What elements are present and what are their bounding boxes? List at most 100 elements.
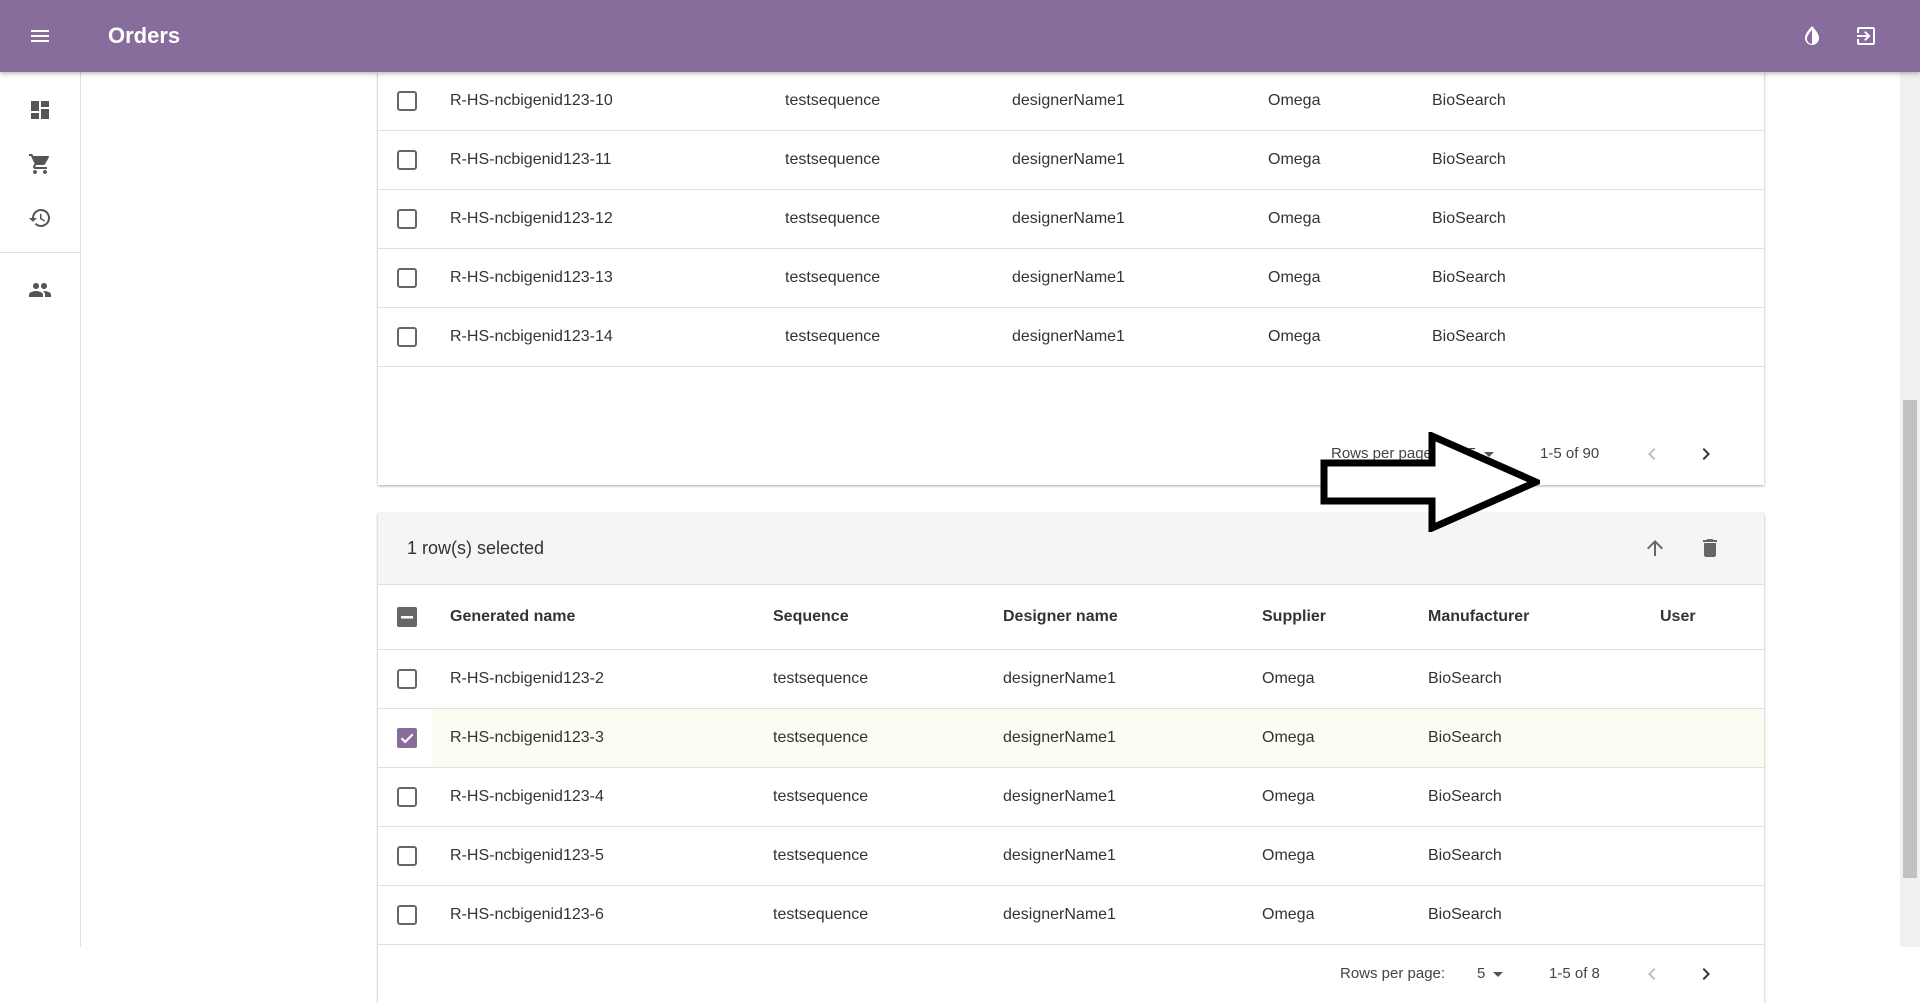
arrow-up-icon [1647,540,1663,556]
checkbox-checked-icon[interactable] [397,728,417,748]
header-supplier[interactable]: Supplier [1262,585,1326,649]
checkbox-unchecked-icon[interactable] [397,91,417,111]
selection-toolbar: 1 row(s) selected [378,513,1764,585]
cell-generated-name: R-HS-ncbigenid123-11 [450,151,612,168]
cell-manufacturer: BioSearch [1432,92,1506,109]
cell-supplier: Omega [1262,847,1315,864]
table-row[interactable]: R-HS-ncbigenid123-6 testsequence designe… [378,886,1764,945]
cell-designer-name: designerName1 [1012,151,1125,168]
sidebar-divider [0,252,80,253]
cell-sequence: testsequence [773,788,869,805]
theme-toggle-button[interactable] [1792,16,1832,56]
cart-icon [29,154,49,174]
cell-supplier: Omega [1268,328,1321,345]
cell-designer-name: designerName1 [1012,92,1125,109]
header-designer-name[interactable]: Designer name [1003,585,1118,649]
checkbox-unchecked-icon[interactable] [397,327,417,347]
cell-generated-name: R-HS-ncbigenid123-13 [450,269,613,286]
cell-manufacturer: BioSearch [1432,328,1506,345]
main-content: R-HS-ncbigenid123-10 testsequence design… [81,72,1900,1003]
cell-supplier: Omega [1262,729,1315,746]
cell-manufacturer: BioSearch [1428,906,1502,923]
cell-designer-name: designerName1 [1003,788,1116,805]
sidebar-item-cart[interactable] [0,140,80,188]
checkbox-unchecked-icon[interactable] [397,268,417,288]
cell-designer-name: designerName1 [1003,729,1116,746]
cell-sequence: testsequence [773,729,869,746]
sidebar-item-dashboard[interactable] [0,86,80,134]
table-row[interactable]: R-HS-ncbigenid123-10 testsequence design… [378,72,1764,131]
table-row[interactable]: R-HS-ncbigenid123-4 testsequence designe… [378,768,1764,827]
app-bar: Orders [0,0,1920,72]
cell-supplier: Omega [1262,906,1315,923]
cell-supplier: Omega [1268,210,1321,227]
cell-designer-name: designerName1 [1012,269,1125,286]
cell-manufacturer: BioSearch [1428,788,1502,805]
dropdown-caret-icon [1493,971,1504,977]
cell-supplier: Omega [1268,269,1321,286]
sidebar-item-history[interactable] [0,194,80,242]
delete-icon [1703,539,1717,557]
header-user[interactable]: User [1660,585,1696,649]
menu-button[interactable] [20,16,60,56]
page-title: Orders [108,23,181,48]
cell-sequence: testsequence [785,210,881,227]
previous-page-button[interactable] [1632,954,1672,994]
move-up-button[interactable] [1635,528,1675,568]
table-pagination: Rows per page: 5 1-5 of 90 [378,425,1764,483]
selected-items-table-card: 1 row(s) selected Generated name Sequenc… [378,513,1764,1003]
cell-generated-name: R-HS-ncbigenid123-6 [450,906,604,923]
checkbox-indeterminate-icon[interactable] [397,607,417,627]
previous-page-button[interactable] [1632,434,1672,474]
table-row[interactable]: R-HS-ncbigenid123-14 testsequence design… [378,308,1764,367]
checkbox-unchecked-icon[interactable] [397,209,417,229]
cell-manufacturer: BioSearch [1428,670,1502,687]
cell-generated-name: R-HS-ncbigenid123-4 [450,788,604,805]
people-icon [29,283,51,297]
cell-designer-name: designerName1 [1003,670,1116,687]
delete-button[interactable] [1690,528,1730,568]
sidebar-item-users[interactable] [0,266,80,314]
table-row[interactable]: R-HS-ncbigenid123-5 testsequence designe… [378,827,1764,886]
cell-generated-name: R-HS-ncbigenid123-2 [450,670,604,687]
cell-sequence: testsequence [773,670,869,687]
cell-sequence: testsequence [785,269,881,286]
table-header: Generated name Sequence Designer name Su… [378,585,1764,650]
cell-generated-name: R-HS-ncbigenid123-5 [450,847,604,864]
header-sequence[interactable]: Sequence [773,585,849,649]
checkbox-unchecked-icon[interactable] [397,669,417,689]
cell-sequence: testsequence [773,847,869,864]
next-page-button[interactable] [1686,434,1726,474]
table-row[interactable]: R-HS-ncbigenid123-13 testsequence design… [378,249,1764,308]
rows-per-page-label: Rows per page: [1340,965,1446,982]
chevron-left-icon [1648,968,1656,980]
cell-designer-name: designerName1 [1012,210,1125,227]
chevron-right-icon [1702,448,1710,460]
rows-per-page-select[interactable]: 5 [1477,945,1504,1003]
cell-generated-name: R-HS-ncbigenid123-10 [450,92,613,109]
logout-button[interactable] [1846,16,1886,56]
cell-sequence: testsequence [785,151,881,168]
header-manufacturer[interactable]: Manufacturer [1428,585,1529,649]
page-range: 1-5 of 8 [1549,965,1600,982]
cell-designer-name: designerName1 [1003,847,1116,864]
checkbox-unchecked-icon[interactable] [397,787,417,807]
table-row[interactable]: R-HS-ncbigenid123-11 testsequence design… [378,131,1764,190]
table-row-selected[interactable]: R-HS-ncbigenid123-3 testsequence designe… [378,709,1764,768]
scrollbar-thumb[interactable] [1903,400,1917,878]
table-row[interactable]: R-HS-ncbigenid123-12 testsequence design… [378,190,1764,249]
dashboard-icon [31,101,49,119]
table-row[interactable]: R-HS-ncbigenid123-2 testsequence designe… [378,650,1764,709]
cell-supplier: Omega [1268,92,1321,109]
cell-supplier: Omega [1268,151,1321,168]
cell-manufacturer: BioSearch [1428,847,1502,864]
checkbox-unchecked-icon[interactable] [397,846,417,866]
menu-icon [31,30,49,42]
header-generated-name[interactable]: Generated name [450,585,575,649]
cell-generated-name: R-HS-ncbigenid123-3 [450,729,604,746]
cell-manufacturer: BioSearch [1432,151,1506,168]
checkbox-unchecked-icon[interactable] [397,905,417,925]
next-page-button[interactable] [1686,954,1726,994]
history-icon [29,208,51,227]
checkbox-unchecked-icon[interactable] [397,150,417,170]
